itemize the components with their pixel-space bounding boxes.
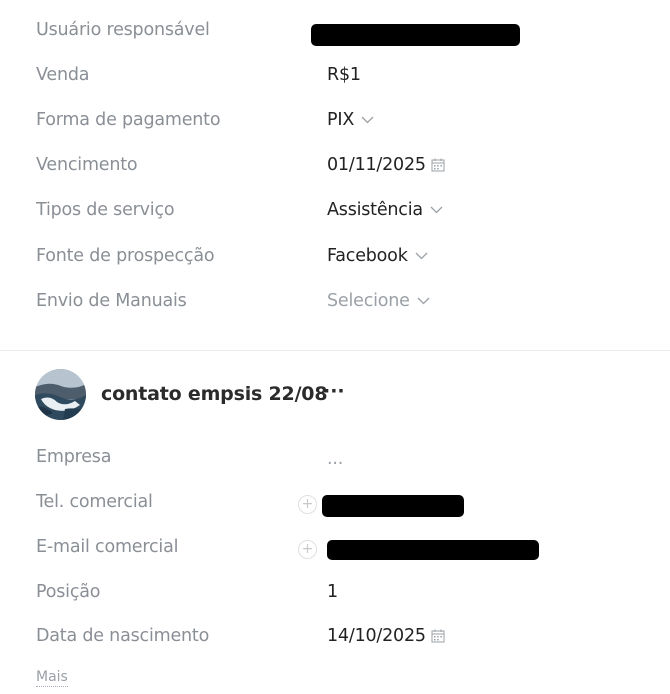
vencimento-date-picker[interactable]: 01/11/2025 [327,155,445,175]
select-value: PIX [327,110,355,130]
field-label: Fonte de prospecção [36,246,215,266]
date-value: 01/11/2025 [327,155,426,175]
fonte-prospeccao-select[interactable]: Facebook [327,246,428,266]
field-usuario-responsavel: Usuário responsável [0,20,670,50]
tipos-servico-select[interactable]: Assistência [327,200,443,220]
field-label: Tel. comercial [36,492,153,512]
field-label: Data de nascimento [36,626,210,646]
select-placeholder: Selecione [327,291,410,311]
field-fonte-de-prospeccao: Fonte de prospecção Facebook [0,246,670,276]
empresa-value[interactable]: ... [327,449,343,469]
section-divider [0,350,670,351]
field-label: Envio de Manuais [36,291,187,311]
chevron-down-icon [415,252,428,260]
field-label: Empresa [36,447,112,467]
redacted-user-value[interactable] [311,24,520,46]
field-label: Forma de pagamento [36,110,221,130]
more-options-icon[interactable]: ··· [323,380,345,402]
field-label: Posição [36,582,101,602]
mais-link[interactable]: Mais [36,668,68,687]
calendar-icon [431,158,445,172]
field-label: Usuário responsável [36,20,210,40]
date-value: 14/10/2025 [327,626,426,646]
field-posicao: Posição 1 [0,582,670,612]
field-email-comercial: E-mail comercial + [0,537,670,567]
calendar-icon [431,629,445,643]
field-tipos-de-servico: Tipos de serviço Assistência [0,200,670,230]
redacted-phone-value[interactable] [322,495,464,517]
avatar-image [35,369,86,420]
field-label: E-mail comercial [36,537,179,557]
contact-avatar[interactable] [35,369,86,420]
select-value: Facebook [327,246,408,266]
redacted-email-value[interactable] [327,540,539,560]
forma-pagamento-select[interactable]: PIX [327,110,374,130]
field-tel-comercial: Tel. comercial + [0,492,670,522]
field-vencimento: Vencimento 01/11/2025 [0,155,670,185]
field-envio-de-manuais: Envio de Manuais Selecione [0,291,670,321]
field-empresa: Empresa ... [0,447,670,477]
field-data-de-nascimento: Data de nascimento 14/10/2025 [0,626,670,656]
field-label: Venda [36,65,90,85]
nascimento-date-picker[interactable]: 14/10/2025 [327,626,445,646]
envio-manuais-select[interactable]: Selecione [327,291,430,311]
add-phone-icon[interactable]: + [298,495,317,514]
field-label: Tipos de serviço [36,200,175,220]
field-forma-de-pagamento: Forma de pagamento PIX [0,110,670,140]
chevron-down-icon [361,116,374,124]
field-label: Vencimento [36,155,138,175]
posicao-value[interactable]: 1 [327,582,338,602]
venda-value[interactable]: R$1 [327,65,361,85]
select-value: Assistência [327,200,423,220]
contact-name[interactable]: contato empsis 22/08 [101,383,328,405]
chevron-down-icon [430,206,443,214]
field-venda: Venda R$1 [0,65,670,95]
chevron-down-icon [417,297,430,305]
add-email-icon[interactable]: + [298,540,317,559]
